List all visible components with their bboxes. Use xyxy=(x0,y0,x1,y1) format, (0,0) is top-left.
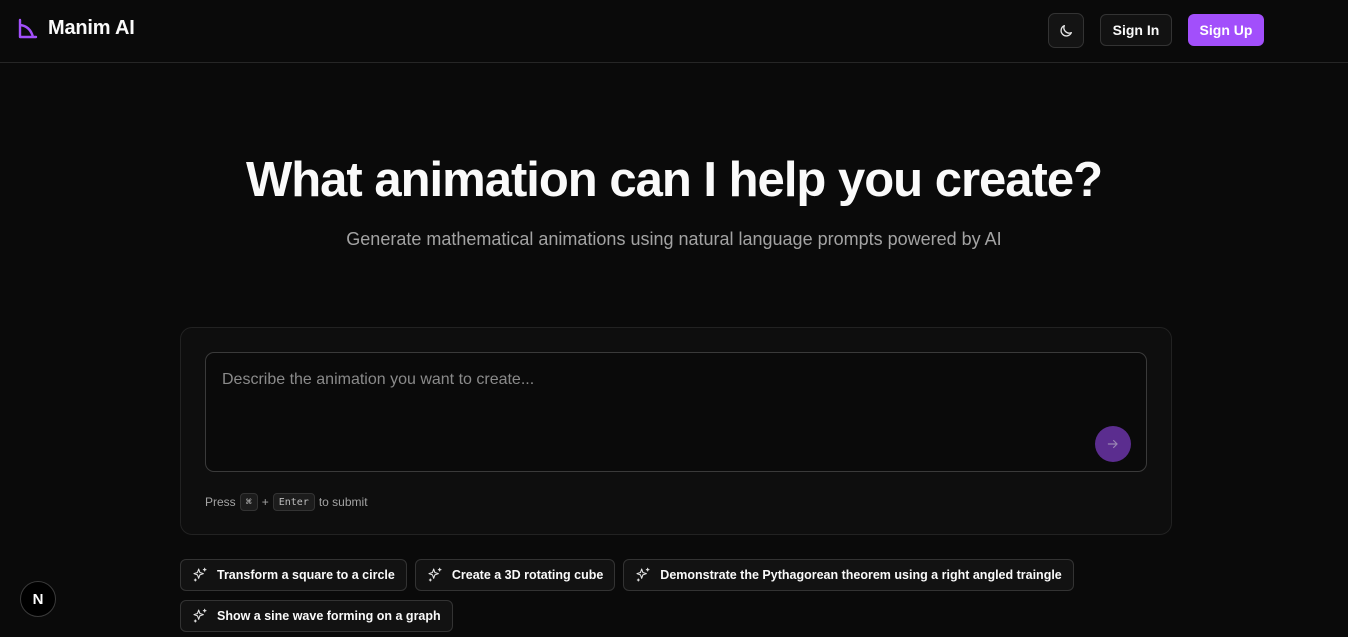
hint-prefix: Press xyxy=(205,495,236,509)
dev-tools-badge[interactable]: N xyxy=(20,581,56,617)
suggestion-chip[interactable]: Create a 3D rotating cube xyxy=(414,559,616,591)
prompt-card: Press ⌘ + Enter to submit xyxy=(180,327,1172,535)
arrow-right-icon xyxy=(1107,439,1118,449)
sparkles-icon xyxy=(193,608,207,623)
brand-name: Manim AI xyxy=(48,17,135,39)
suggestion-label: Create a 3D rotating cube xyxy=(451,568,604,582)
sign-up-button[interactable]: Sign Up xyxy=(1188,14,1264,46)
hero-title: What animation can I help you create? xyxy=(245,153,1103,207)
cmd-key: ⌘ xyxy=(239,493,258,511)
suggestion-label: Show a sine wave forming on a graph xyxy=(217,609,441,623)
hint-suffix: to submit xyxy=(318,495,368,509)
sparkles-icon xyxy=(428,567,442,582)
manim-logo-icon xyxy=(18,18,38,38)
top-nav: Manim AI Sign In Sign Up xyxy=(0,0,1348,63)
prompt-input[interactable] xyxy=(206,353,1146,471)
suggestion-label: Demonstrate the Pythagorean theorem usin… xyxy=(660,568,1062,582)
hint-plus: + xyxy=(261,495,269,509)
submit-hint: Press ⌘ + Enter to submit xyxy=(205,493,368,511)
suggestion-chip[interactable]: Demonstrate the Pythagorean theorem usin… xyxy=(623,559,1074,591)
submit-button[interactable] xyxy=(1095,426,1131,462)
sparkles-icon xyxy=(636,567,650,582)
suggestion-list: Transform a square to a circle Create a … xyxy=(180,559,1080,632)
enter-key: Enter xyxy=(272,493,315,511)
suggestion-chip[interactable]: Show a sine wave forming on a graph xyxy=(180,600,453,632)
sparkles-icon xyxy=(193,567,207,582)
moon-icon xyxy=(1060,24,1072,37)
hero-subtitle: Generate mathematical animations using n… xyxy=(346,229,1002,249)
prompt-box xyxy=(205,352,1147,472)
theme-toggle-button[interactable] xyxy=(1048,13,1084,48)
sign-in-button[interactable]: Sign In xyxy=(1100,14,1172,46)
brand[interactable]: Manim AI xyxy=(17,17,135,40)
suggestion-chip[interactable]: Transform a square to a circle xyxy=(180,559,407,591)
suggestion-label: Transform a square to a circle xyxy=(217,568,395,582)
